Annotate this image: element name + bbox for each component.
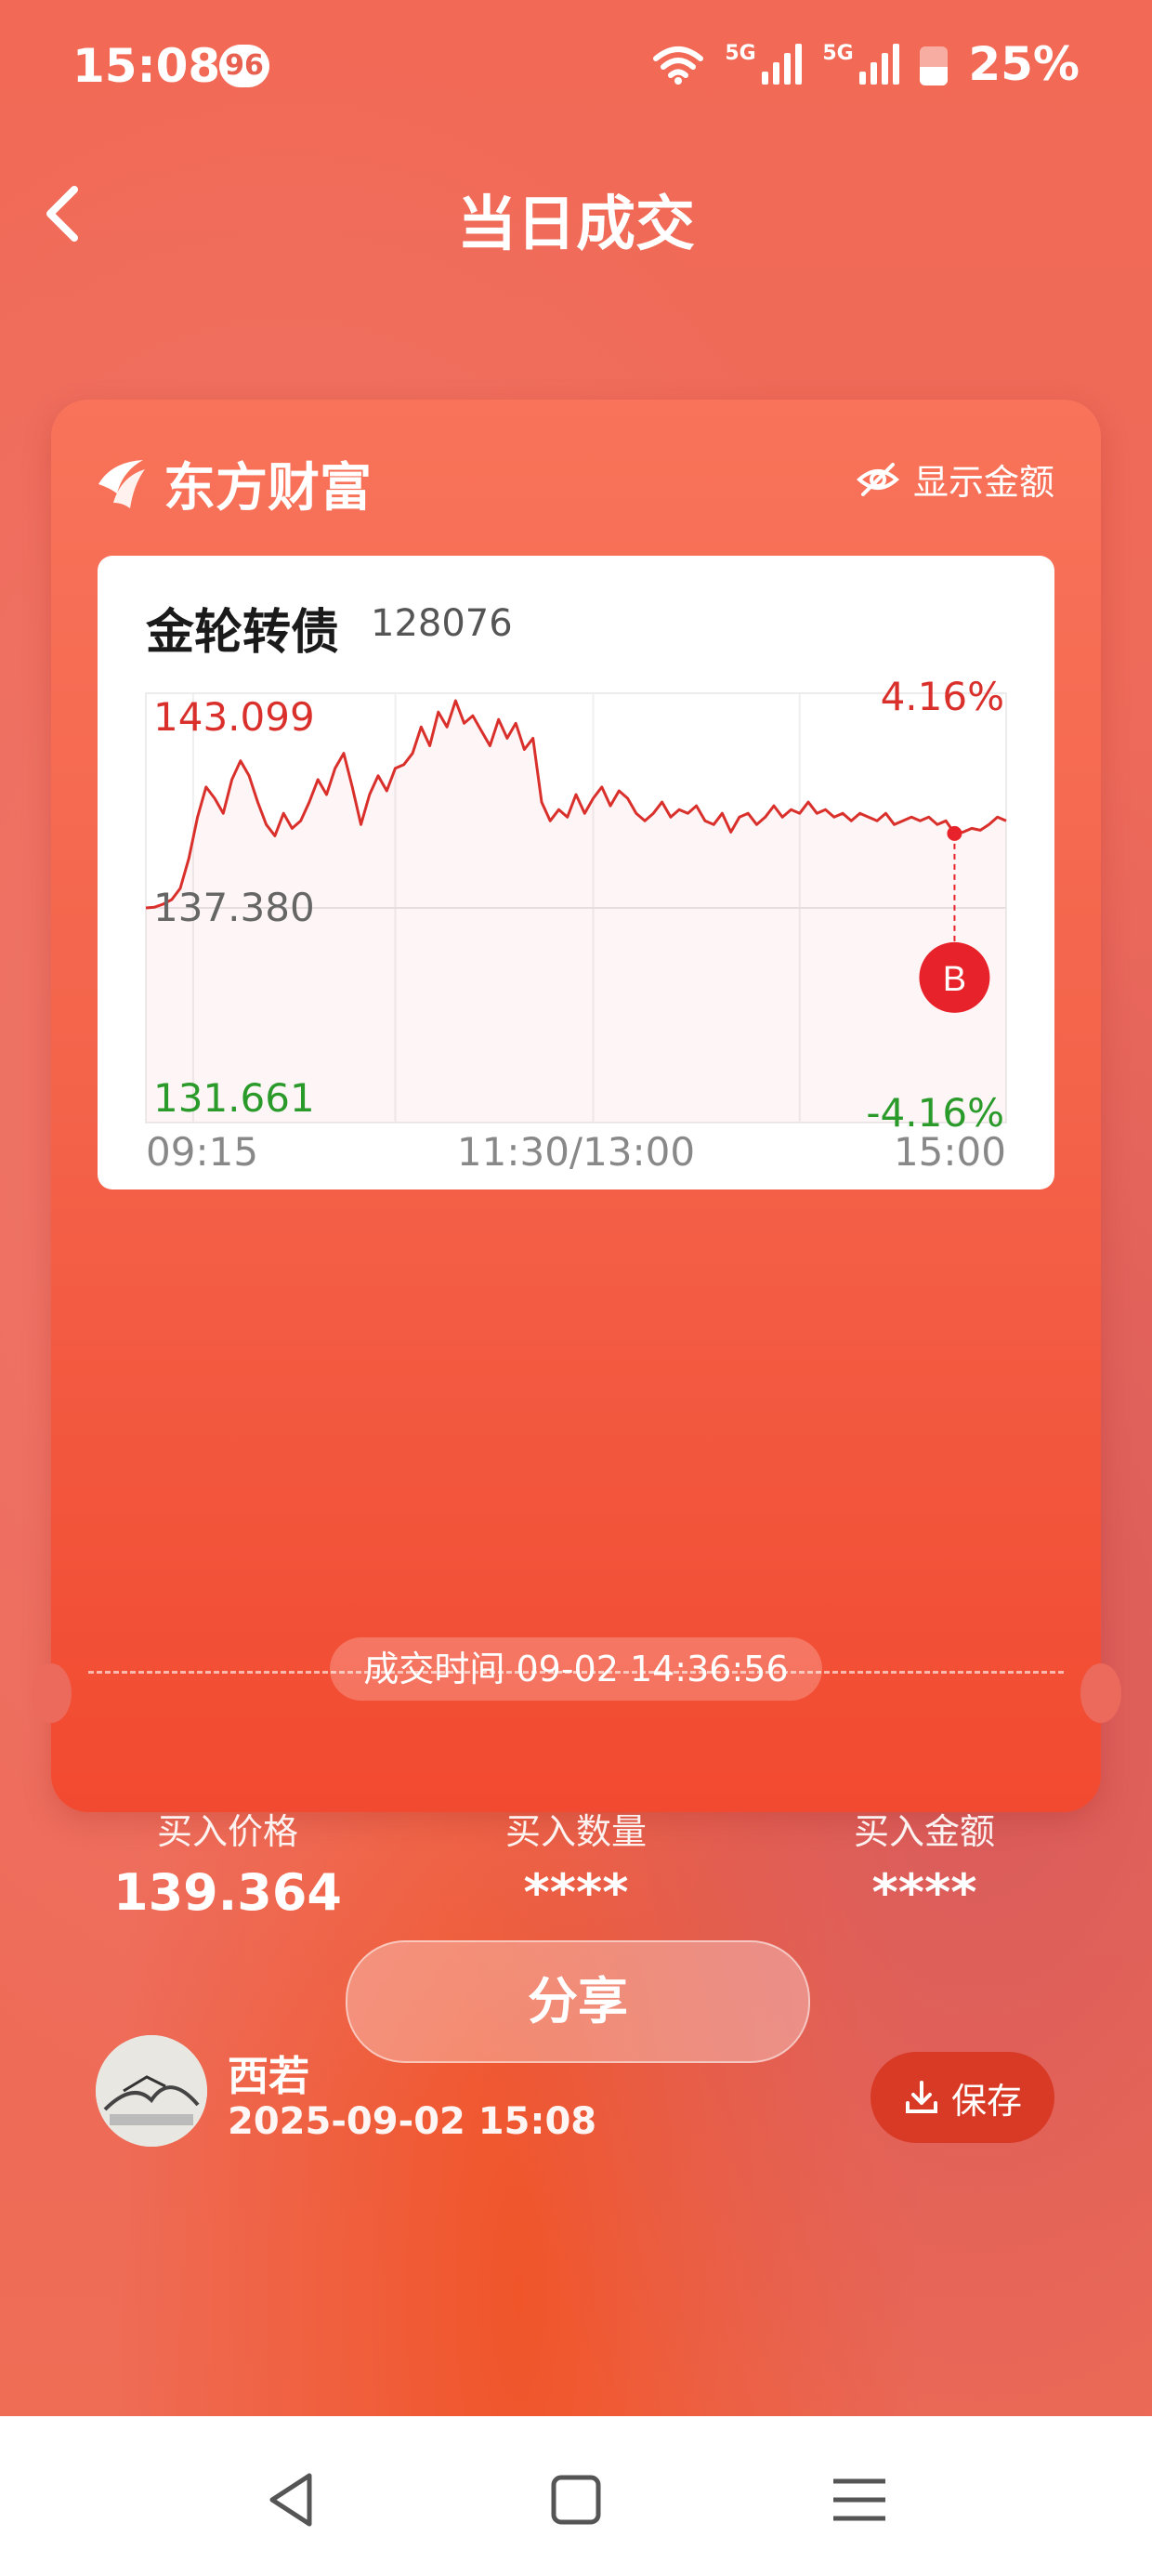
save-label: 保存 — [950, 2080, 1022, 2122]
pct-high-label: 4.16% — [881, 674, 1004, 719]
share-button[interactable]: 分享 — [346, 1940, 810, 2063]
chart-marker-point — [947, 825, 962, 841]
stat-buy-amount: 买入金额 **** — [785, 1803, 1064, 1922]
signal-icon-1: 5G — [725, 42, 803, 85]
user-name: 西若 — [228, 2053, 309, 2100]
wifi-icon — [653, 46, 704, 85]
trade-time: 成交时间 09-02 14:36:56 — [330, 1637, 822, 1701]
brand-logo: 东方财富 — [93, 446, 372, 521]
system-home-icon[interactable] — [539, 2463, 613, 2537]
download-icon — [905, 2081, 937, 2113]
stat-label: 买入金额 — [853, 1811, 995, 1852]
network-type-2: 5G — [822, 42, 854, 65]
ticket-notch-left — [31, 1663, 72, 1723]
network-type-1: 5G — [725, 42, 756, 65]
y-mid-label: 137.380 — [153, 885, 315, 930]
avatar[interactable] — [96, 2035, 207, 2147]
avatar-image — [96, 2035, 207, 2147]
stat-value: **** — [523, 1863, 629, 1922]
x-tick-label: 15:00 — [894, 1129, 1006, 1175]
stat-buy-quantity: 买入数量 **** — [437, 1803, 715, 1922]
x-tick-label: 09:15 — [146, 1129, 258, 1175]
show-amount-toggle[interactable]: 显示金额 — [856, 453, 1054, 505]
system-back-icon[interactable] — [255, 2463, 330, 2537]
trade-card: 东方财富 显示金额 B 143.099 137.380 131.661 4.16% -4.… — [31, 400, 1121, 2147]
stat-value: **** — [871, 1863, 977, 1922]
eye-off-icon — [856, 462, 899, 496]
stat-value: 139.364 — [113, 1863, 342, 1922]
status-icons: 5G 5G 25% — [652, 37, 1080, 91]
stock-name: 金轮转债 — [146, 605, 340, 661]
x-tick-label: 11:30/13:00 — [457, 1129, 695, 1175]
buy-marker-label: B — [943, 960, 966, 999]
eastmoney-logo-icon — [98, 459, 145, 508]
y-low-label: 131.661 — [153, 1075, 315, 1121]
status-bar: 15:08 96 5G 5G 25% — [0, 0, 1152, 139]
show-amount-label: 显示金额 — [912, 462, 1054, 503]
stat-buy-price: 买入价格 139.364 — [88, 1803, 367, 1922]
battery-level: 25% — [968, 37, 1080, 91]
y-high-label: 143.099 — [153, 694, 315, 740]
stat-label: 买入数量 — [504, 1811, 647, 1852]
stat-label: 买入价格 — [156, 1811, 298, 1852]
save-button[interactable]: 保存 — [871, 2052, 1054, 2143]
stock-code: 128076 — [371, 602, 513, 645]
notification-badge: 96 — [219, 45, 269, 87]
system-menu-icon[interactable] — [822, 2463, 897, 2537]
signal-icon-2: 5G — [822, 42, 900, 85]
page-title: 当日成交 — [457, 191, 695, 259]
status-time: 15:08 — [72, 39, 221, 93]
chart-panel: B 143.099 137.380 131.661 4.16% -4.16% 09:15 11… — [98, 556, 1054, 1189]
brand-name: 东方财富 — [164, 458, 372, 519]
share-datetime: 2025-09-02 15:08 — [228, 2100, 597, 2143]
system-nav-bar — [0, 2416, 1152, 2576]
battery-icon — [920, 43, 949, 85]
ticket-notch-right — [1080, 1663, 1121, 1723]
